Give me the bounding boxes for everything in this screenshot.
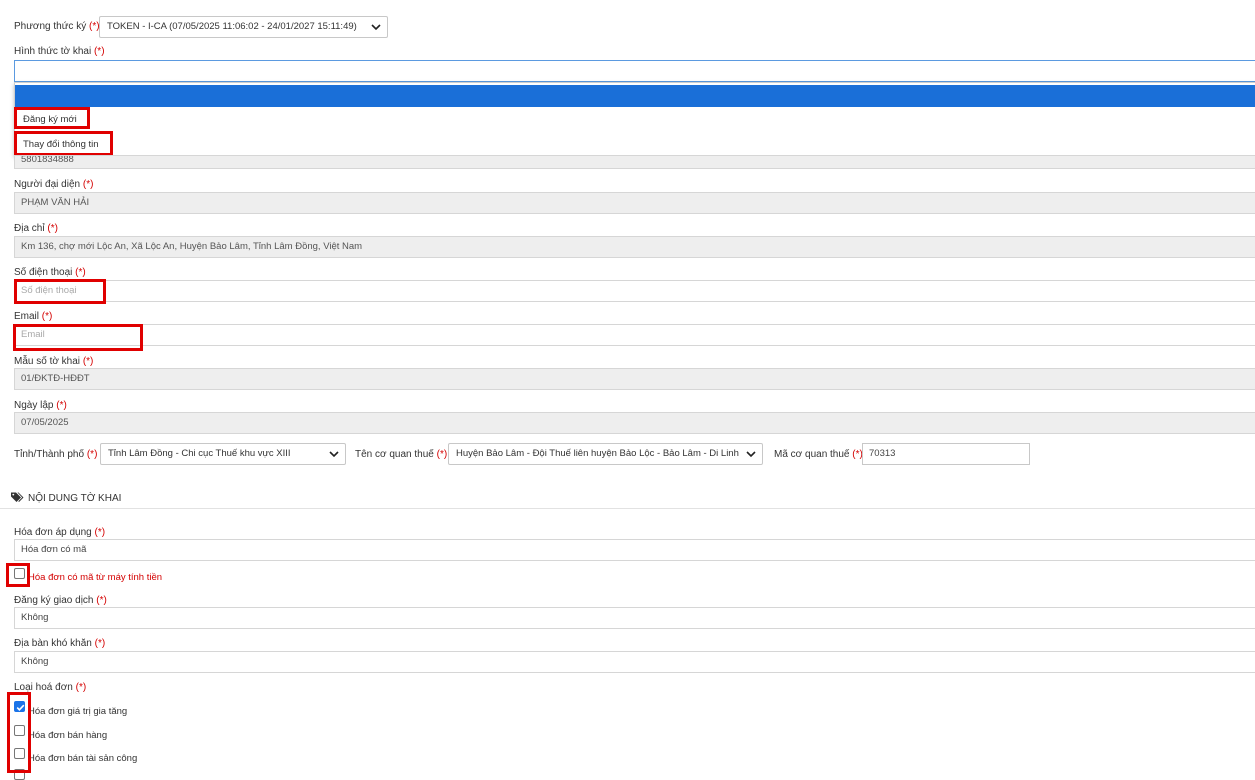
tax-office-code-input[interactable]: 70313 bbox=[862, 443, 1030, 465]
created-date-field: 07/05/2025 bbox=[14, 412, 1255, 434]
highlight-phone bbox=[14, 279, 106, 304]
transaction-reg-label: Đăng ký giao dịch (*) bbox=[14, 595, 107, 606]
dropdown-option-blank[interactable] bbox=[15, 85, 1255, 107]
signing-method-label: Phương thức ký (*) bbox=[14, 21, 100, 32]
form-type-select[interactable] bbox=[14, 60, 1255, 82]
form-number-label: Mẫu số tờ khai (*) bbox=[14, 356, 94, 367]
chevron-down-icon bbox=[371, 24, 381, 31]
representative-field: PHẠM VĂN HẢI bbox=[14, 192, 1255, 214]
difficult-area-label: Địa bàn khó khăn (*) bbox=[14, 638, 106, 649]
form-type-dropdown: Đăng ký mới Thay đổi thông tin bbox=[14, 82, 1255, 156]
representative-label: Người đại diện (*) bbox=[14, 179, 94, 190]
highlight-option-change bbox=[14, 131, 113, 156]
highlight-cash-register bbox=[6, 563, 30, 587]
phone-input[interactable]: Số điện thoại bbox=[14, 280, 1255, 302]
province-label: Tỉnh/Thành phố (*) bbox=[14, 449, 98, 460]
invoice-applied-label: Hóa đơn áp dụng (*) bbox=[14, 527, 106, 538]
address-field: Km 136, chợ mới Lộc An, Xã Lộc An, Huyện… bbox=[14, 236, 1255, 258]
chevron-down-icon bbox=[329, 451, 339, 458]
highlight-invoice-types bbox=[7, 692, 31, 773]
tax-office-value: Huyện Bảo Lâm - Đội Thuế liên huyện Bảo … bbox=[456, 448, 739, 459]
tags-icon bbox=[11, 492, 24, 502]
tax-office-label: Tên cơ quan thuế (*) bbox=[355, 449, 448, 460]
highlight-email bbox=[13, 324, 143, 351]
email-input[interactable]: Email bbox=[14, 324, 1255, 346]
invoice-type-sales-label: Hóa đơn bán hàng bbox=[28, 730, 108, 741]
tax-code-field: 5801834888 bbox=[14, 155, 1255, 169]
section-divider bbox=[0, 508, 1255, 509]
section-title: NỘI DUNG TỜ KHAI bbox=[28, 493, 122, 504]
created-date-label: Ngày lập (*) bbox=[14, 400, 67, 411]
tax-office-select[interactable]: Huyện Bảo Lâm - Đội Thuế liên huyện Bảo … bbox=[448, 443, 763, 465]
chevron-down-icon bbox=[746, 451, 756, 458]
phone-label: Số điện thoại (*) bbox=[14, 267, 86, 278]
highlight-option-new bbox=[14, 107, 90, 129]
signing-method-value: TOKEN - I-CA (07/05/2025 11:06:02 - 24/0… bbox=[107, 21, 357, 32]
province-value: Tỉnh Lâm Đồng - Chi cục Thuế khu vực XII… bbox=[108, 448, 291, 459]
email-label: Email (*) bbox=[14, 311, 53, 322]
form-number-field: 01/ĐKTĐ-HĐĐT bbox=[14, 368, 1255, 390]
province-select[interactable]: Tỉnh Lâm Đồng - Chi cục Thuế khu vực XII… bbox=[100, 443, 346, 465]
address-label: Địa chỉ (*) bbox=[14, 223, 58, 234]
invoice-type-vat-label: Hóa đơn giá trị gia tăng bbox=[28, 706, 128, 717]
invoice-type-public-asset-label: Hóa đơn bán tài sản công bbox=[28, 753, 138, 764]
transaction-reg-select[interactable]: Không bbox=[14, 607, 1255, 629]
tax-office-code-label: Mã cơ quan thuế (*) bbox=[774, 449, 863, 460]
cash-register-label: Hóa đơn có mã từ máy tính tiền bbox=[28, 572, 163, 583]
form-type-label: Hình thức tờ khai (*) bbox=[14, 46, 105, 57]
invoice-applied-select[interactable]: Hóa đơn có mã bbox=[14, 539, 1255, 561]
difficult-area-select[interactable]: Không bbox=[14, 651, 1255, 673]
signing-method-select[interactable]: TOKEN - I-CA (07/05/2025 11:06:02 - 24/0… bbox=[99, 16, 388, 38]
